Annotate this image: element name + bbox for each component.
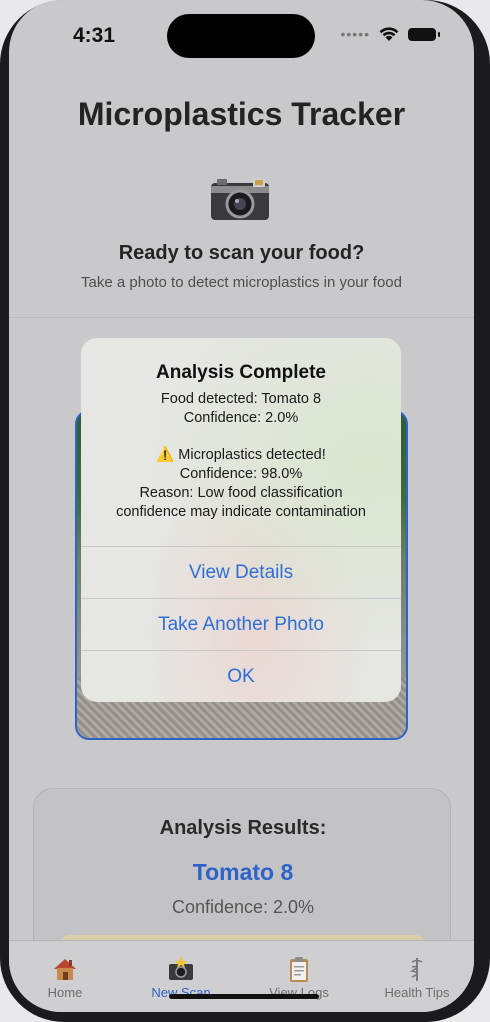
divider bbox=[9, 317, 474, 318]
alert-reason-line-2: confidence may indicate contamination bbox=[116, 504, 366, 520]
app-title: Microplastics Tracker bbox=[77, 96, 406, 132]
results-confidence: Confidence: 2.0% bbox=[171, 897, 315, 917]
view-details-button[interactable]: View Details bbox=[81, 547, 401, 599]
camera-icon bbox=[211, 178, 269, 220]
take-another-photo-button[interactable]: Take Another Photo bbox=[81, 599, 401, 651]
tab-home[interactable]: Home bbox=[15, 955, 115, 1000]
tab-bar: Home New Scan View Logs Health Tips bbox=[9, 940, 474, 1012]
signal-dots-icon: ••••• bbox=[340, 26, 370, 42]
tab-label: Health Tips bbox=[384, 985, 450, 1000]
home-indicator[interactable] bbox=[169, 994, 319, 999]
alert-food-line: Food detected: Tomato 8 bbox=[160, 391, 322, 407]
screen: 4:31 ••••• Microplastics Tracker Ready t… bbox=[9, 0, 474, 1012]
camera-flash-icon bbox=[169, 956, 193, 980]
scan-prompt-subtitle: Take a photo to detect microplastics in … bbox=[80, 274, 402, 291]
alert-reason-line: Reason: Low food classification bbox=[139, 485, 343, 501]
wifi-icon bbox=[379, 27, 399, 41]
clipboard-icon bbox=[290, 957, 308, 982]
alert-microplastics-line: ⚠️ Microplastics detected! bbox=[156, 447, 326, 463]
dynamic-island bbox=[167, 14, 315, 58]
status-time: 4:31 bbox=[73, 24, 116, 47]
phone-frame: 4:31 ••••• Microplastics Tracker Ready t… bbox=[0, 0, 490, 1022]
results-heading: Analysis Results: bbox=[159, 817, 327, 839]
alert-microplastics-confidence: Confidence: 98.0% bbox=[179, 466, 303, 482]
analysis-alert-dialog: Analysis Complete Food detected: Tomato … bbox=[81, 338, 401, 702]
battery-icon bbox=[408, 27, 440, 41]
alert-title: Analysis Complete bbox=[156, 362, 326, 383]
ok-button[interactable]: OK bbox=[81, 651, 401, 702]
caduceus-icon bbox=[409, 958, 423, 981]
status-icons: ••••• bbox=[340, 26, 440, 42]
results-food-name: Tomato 8 bbox=[192, 859, 294, 885]
house-icon bbox=[54, 959, 76, 980]
alert-food-confidence: Confidence: 2.0% bbox=[183, 410, 299, 426]
tab-health-tips[interactable]: Health Tips bbox=[367, 955, 467, 1000]
tab-label: Home bbox=[47, 985, 83, 1000]
scan-prompt-title: Ready to scan your food? bbox=[118, 242, 365, 264]
